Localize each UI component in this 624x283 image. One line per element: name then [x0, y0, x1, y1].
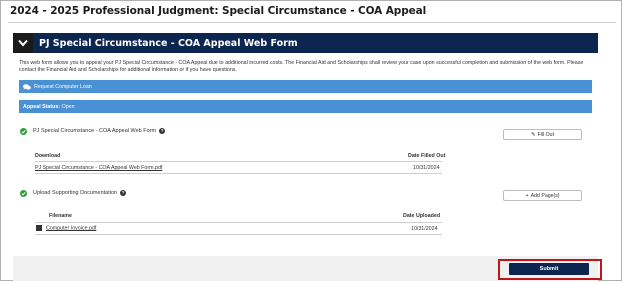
add-pages-button[interactable]: + Add Page(s): [503, 190, 582, 201]
submit-button[interactable]: Submit: [509, 263, 589, 275]
webform-section-label-row: PJ Special Circumstance - COA Appeal Web…: [33, 128, 166, 134]
file-icon: [36, 225, 42, 231]
fill-out-button[interactable]: ✎ Fill Out: [503, 129, 582, 140]
help-icon[interactable]: ?: [120, 190, 127, 196]
filename-column-header: Filename: [49, 213, 72, 219]
check-circle-icon: [20, 128, 27, 135]
appeal-status-value: Open: [61, 103, 75, 110]
add-pages-button-label: Add Page(s): [530, 192, 560, 199]
appeal-status-label: Appeal Status:: [23, 103, 61, 110]
check-circle-icon: [20, 190, 27, 197]
table-divider: [35, 222, 442, 223]
page-title: 2024 - 2025 Professional Judgment: Speci…: [10, 5, 427, 17]
table-divider: [35, 161, 442, 162]
download-column-header: Download: [35, 153, 61, 159]
upload-row: Computer Invoice.pdf: [36, 225, 96, 231]
title-divider: [8, 22, 616, 23]
intro-text: This web form allows you to appeal your …: [19, 60, 584, 74]
computer-invoice-date: 10/31/2024: [411, 226, 438, 232]
upload-section-label: Upload Supporting Documentation: [33, 190, 118, 196]
request-computer-loan-bar[interactable]: Request Computer Loan: [19, 80, 592, 93]
table-divider: [35, 234, 442, 235]
date-filled-out-column-header: Date Filled Out: [408, 153, 446, 159]
date-uploaded-column-header: Date Uploaded: [403, 213, 441, 219]
edit-icon: ✎: [530, 131, 536, 138]
form-header-bar: PJ Special Circumstance - COA Appeal Web…: [13, 33, 598, 53]
plus-icon: +: [525, 192, 529, 199]
form-header-title: PJ Special Circumstance - COA Appeal Web…: [39, 37, 298, 49]
request-computer-loan-label: Request Computer Loan: [34, 83, 92, 90]
appeal-status-bar: Appeal Status: Open: [19, 100, 592, 113]
webform-section-label: PJ Special Circumstance - COA Appeal Web…: [33, 128, 157, 134]
help-icon[interactable]: ?: [159, 128, 166, 134]
upload-section-label-row: Upload Supporting Documentation ?: [33, 190, 127, 196]
webform-pdf-link[interactable]: PJ Special Circumstance - COA Appeal Web…: [35, 165, 162, 171]
webform-pdf-date: 10/31/2024: [413, 165, 440, 171]
computer-invoice-link[interactable]: Computer Invoice.pdf: [46, 225, 96, 231]
chevron-down-icon: [18, 39, 28, 47]
table-divider: [35, 173, 442, 174]
fill-out-button-label: Fill Out: [537, 131, 555, 138]
chat-icon: [23, 83, 31, 90]
collapse-toggle[interactable]: [13, 33, 33, 53]
